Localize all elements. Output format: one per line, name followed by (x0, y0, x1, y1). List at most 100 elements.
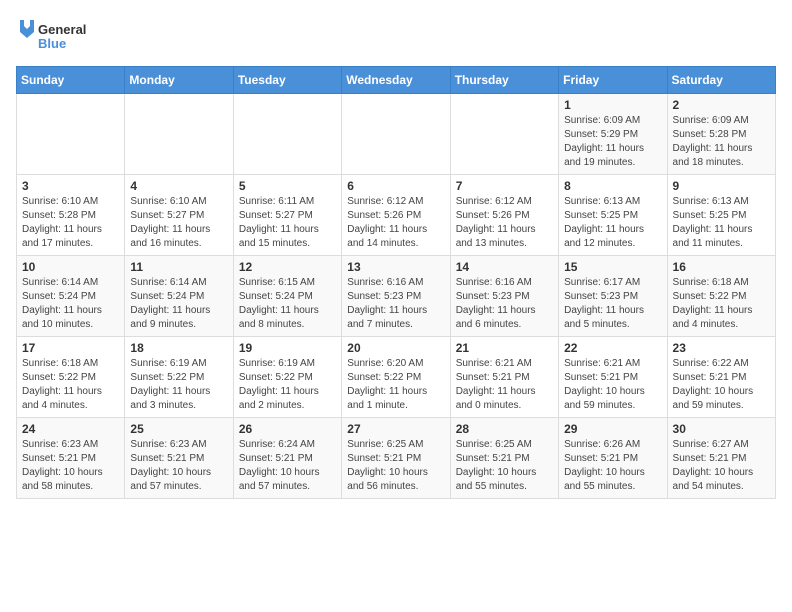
calendar-cell: 2 Sunrise: 6:09 AM Sunset: 5:28 PM Daylig… (667, 94, 775, 175)
calendar-cell: 23 Sunrise: 6:22 AM Sunset: 5:21 PM Dayli… (667, 337, 775, 418)
day-of-week-header: Sunday (17, 67, 125, 94)
day-number: 12 (239, 260, 336, 274)
calendar-cell: 30 Sunrise: 6:27 AM Sunset: 5:21 PM Dayli… (667, 418, 775, 499)
calendar-cell: 5Sunrise: 6:11 AM Sunset: 5:27 PM Daylig… (233, 175, 341, 256)
calendar-body: 1 Sunrise: 6:09 AM Sunset: 5:29 PM Daylig… (17, 94, 776, 499)
day-number: 28 (456, 422, 553, 436)
calendar-cell (17, 94, 125, 175)
header: General Blue (16, 16, 776, 56)
day-number: 16 (673, 260, 770, 274)
day-info: Sunrise: 6:25 AM Sunset: 5:21 PM Dayligh… (456, 438, 553, 494)
day-number: 14 (456, 260, 553, 274)
calendar-cell: 9 Sunrise: 6:13 AM Sunset: 5:25 PM Daylig… (667, 175, 775, 256)
day-number: 19 (239, 341, 336, 355)
day-number: 22 (564, 341, 661, 355)
day-number: 2 (673, 98, 770, 112)
day-info: Sunrise: 6:21 AM Sunset: 5:21 PM Dayligh… (564, 357, 661, 413)
day-number: 13 (347, 260, 444, 274)
calendar-cell: 26 Sunrise: 6:24 AM Sunset: 5:21 PM Dayli… (233, 418, 341, 499)
calendar-cell: 20 Sunrise: 6:20 AM Sunset: 5:22 PM Dayli… (342, 337, 450, 418)
calendar-cell: 7Sunrise: 6:12 AM Sunset: 5:26 PM Daylig… (450, 175, 558, 256)
calendar-cell: 21Sunrise: 6:21 AM Sunset: 5:21 PM Dayli… (450, 337, 558, 418)
calendar-week-row: 3 Sunrise: 6:10 AM Sunset: 5:28 PM Daylig… (17, 175, 776, 256)
day-info: Sunrise: 6:15 AM Sunset: 5:24 PM Dayligh… (239, 276, 336, 332)
day-info: Sunrise: 6:19 AM Sunset: 5:22 PM Dayligh… (239, 357, 336, 413)
logo-svg: General Blue (16, 16, 96, 56)
day-info: Sunrise: 6:24 AM Sunset: 5:21 PM Dayligh… (239, 438, 336, 494)
calendar-cell: 15 Sunrise: 6:17 AM Sunset: 5:23 PM Dayli… (559, 256, 667, 337)
day-info: Sunrise: 6:14 AM Sunset: 5:24 PM Dayligh… (22, 276, 119, 332)
calendar-cell: 22 Sunrise: 6:21 AM Sunset: 5:21 PM Dayli… (559, 337, 667, 418)
calendar-header-row: SundayMondayTuesdayWednesdayThursdayFrid… (17, 67, 776, 94)
calendar-cell: 19 Sunrise: 6:19 AM Sunset: 5:22 PM Dayli… (233, 337, 341, 418)
day-number: 3 (22, 179, 119, 193)
day-info: Sunrise: 6:16 AM Sunset: 5:23 PM Dayligh… (456, 276, 553, 332)
day-number: 24 (22, 422, 119, 436)
calendar-cell (125, 94, 233, 175)
calendar-cell: 8 Sunrise: 6:13 AM Sunset: 5:25 PM Daylig… (559, 175, 667, 256)
day-info: Sunrise: 6:13 AM Sunset: 5:25 PM Dayligh… (673, 195, 770, 251)
day-info: Sunrise: 6:12 AM Sunset: 5:26 PM Dayligh… (347, 195, 444, 251)
day-number: 9 (673, 179, 770, 193)
calendar-cell: 13 Sunrise: 6:16 AM Sunset: 5:23 PM Dayli… (342, 256, 450, 337)
day-number: 26 (239, 422, 336, 436)
day-info: Sunrise: 6:26 AM Sunset: 5:21 PM Dayligh… (564, 438, 661, 494)
calendar-cell: 10 Sunrise: 6:14 AM Sunset: 5:24 PM Dayli… (17, 256, 125, 337)
calendar-cell: 17 Sunrise: 6:18 AM Sunset: 5:22 PM Dayli… (17, 337, 125, 418)
day-number: 6 (347, 179, 444, 193)
day-number: 30 (673, 422, 770, 436)
day-info: Sunrise: 6:13 AM Sunset: 5:25 PM Dayligh… (564, 195, 661, 251)
calendar-week-row: 10 Sunrise: 6:14 AM Sunset: 5:24 PM Dayli… (17, 256, 776, 337)
calendar-cell: 1 Sunrise: 6:09 AM Sunset: 5:29 PM Daylig… (559, 94, 667, 175)
day-info: Sunrise: 6:12 AM Sunset: 5:26 PM Dayligh… (456, 195, 553, 251)
day-number: 8 (564, 179, 661, 193)
day-of-week-header: Monday (125, 67, 233, 94)
day-info: Sunrise: 6:09 AM Sunset: 5:29 PM Dayligh… (564, 114, 661, 170)
svg-text:Blue: Blue (38, 36, 66, 51)
day-number: 15 (564, 260, 661, 274)
day-number: 10 (22, 260, 119, 274)
day-info: Sunrise: 6:19 AM Sunset: 5:22 PM Dayligh… (130, 357, 227, 413)
calendar-table: SundayMondayTuesdayWednesdayThursdayFrid… (16, 66, 776, 499)
day-number: 5 (239, 179, 336, 193)
day-number: 29 (564, 422, 661, 436)
day-info: Sunrise: 6:27 AM Sunset: 5:21 PM Dayligh… (673, 438, 770, 494)
calendar-cell: 4 Sunrise: 6:10 AM Sunset: 5:27 PM Daylig… (125, 175, 233, 256)
day-info: Sunrise: 6:09 AM Sunset: 5:28 PM Dayligh… (673, 114, 770, 170)
day-number: 27 (347, 422, 444, 436)
day-info: Sunrise: 6:10 AM Sunset: 5:28 PM Dayligh… (22, 195, 119, 251)
day-info: Sunrise: 6:18 AM Sunset: 5:22 PM Dayligh… (22, 357, 119, 413)
day-info: Sunrise: 6:17 AM Sunset: 5:23 PM Dayligh… (564, 276, 661, 332)
calendar-cell: 29 Sunrise: 6:26 AM Sunset: 5:21 PM Dayli… (559, 418, 667, 499)
day-of-week-header: Saturday (667, 67, 775, 94)
calendar-cell: 27Sunrise: 6:25 AM Sunset: 5:21 PM Dayli… (342, 418, 450, 499)
calendar-cell (342, 94, 450, 175)
calendar-cell: 16 Sunrise: 6:18 AM Sunset: 5:22 PM Dayli… (667, 256, 775, 337)
calendar-cell: 24 Sunrise: 6:23 AM Sunset: 5:21 PM Dayli… (17, 418, 125, 499)
day-of-week-header: Thursday (450, 67, 558, 94)
calendar-cell: 12 Sunrise: 6:15 AM Sunset: 5:24 PM Dayli… (233, 256, 341, 337)
day-of-week-header: Friday (559, 67, 667, 94)
day-info: Sunrise: 6:10 AM Sunset: 5:27 PM Dayligh… (130, 195, 227, 251)
day-number: 23 (673, 341, 770, 355)
calendar-cell: 11Sunrise: 6:14 AM Sunset: 5:24 PM Dayli… (125, 256, 233, 337)
calendar-cell (233, 94, 341, 175)
day-info: Sunrise: 6:16 AM Sunset: 5:23 PM Dayligh… (347, 276, 444, 332)
day-info: Sunrise: 6:18 AM Sunset: 5:22 PM Dayligh… (673, 276, 770, 332)
day-number: 20 (347, 341, 444, 355)
calendar-cell: 3 Sunrise: 6:10 AM Sunset: 5:28 PM Daylig… (17, 175, 125, 256)
day-info: Sunrise: 6:22 AM Sunset: 5:21 PM Dayligh… (673, 357, 770, 413)
day-info: Sunrise: 6:20 AM Sunset: 5:22 PM Dayligh… (347, 357, 444, 413)
calendar-cell: 25Sunrise: 6:23 AM Sunset: 5:21 PM Dayli… (125, 418, 233, 499)
day-of-week-header: Tuesday (233, 67, 341, 94)
calendar-week-row: 17 Sunrise: 6:18 AM Sunset: 5:22 PM Dayli… (17, 337, 776, 418)
day-info: Sunrise: 6:21 AM Sunset: 5:21 PM Dayligh… (456, 357, 553, 413)
day-info: Sunrise: 6:23 AM Sunset: 5:21 PM Dayligh… (22, 438, 119, 494)
logo-text: General Blue (16, 16, 96, 56)
day-number: 17 (22, 341, 119, 355)
day-number: 4 (130, 179, 227, 193)
calendar-cell: 6 Sunrise: 6:12 AM Sunset: 5:26 PM Daylig… (342, 175, 450, 256)
day-info: Sunrise: 6:23 AM Sunset: 5:21 PM Dayligh… (130, 438, 227, 494)
calendar-cell (450, 94, 558, 175)
day-number: 1 (564, 98, 661, 112)
